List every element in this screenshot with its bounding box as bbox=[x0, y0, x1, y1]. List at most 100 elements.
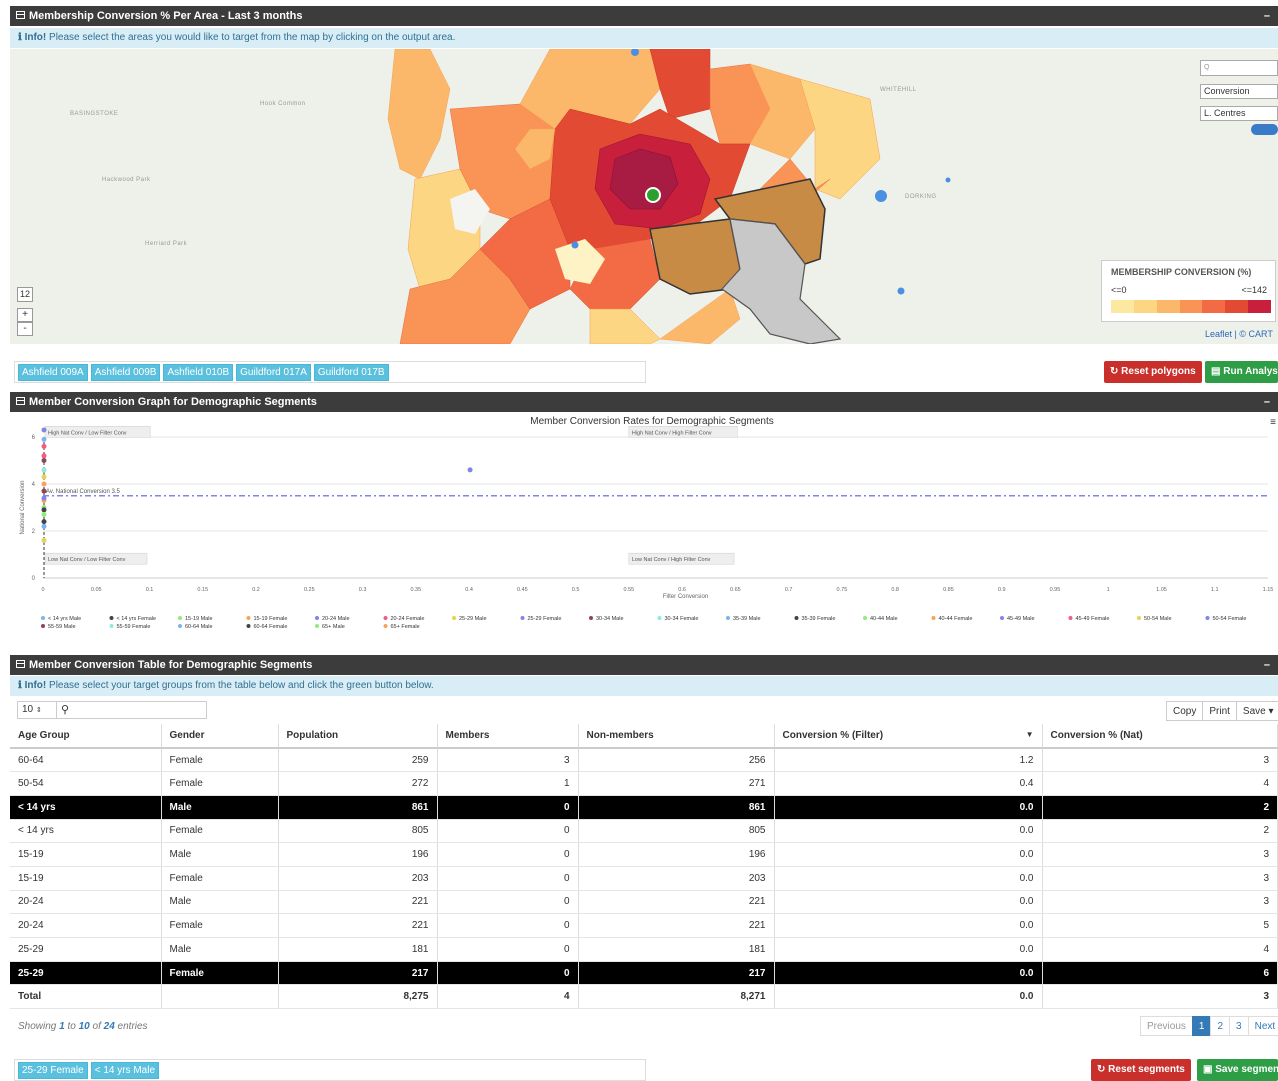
area-tag[interactable]: Guildford 017B bbox=[313, 364, 389, 381]
save-dropdown-button[interactable]: Save ▾ bbox=[1235, 701, 1278, 721]
page-size-select[interactable]: 10 ⇕ bbox=[17, 701, 57, 719]
data-point bbox=[41, 512, 47, 518]
table-info-bar: ℹ Info! Please select your target groups… bbox=[10, 676, 1278, 696]
legend-marker bbox=[931, 616, 936, 620]
y-tick-label: 6 bbox=[32, 435, 36, 441]
table-row[interactable]: < 14 yrs Male 861 0 861 0.0 2 bbox=[10, 795, 1278, 820]
search-icon: ⚲ bbox=[61, 704, 70, 716]
legend-item: 20-24 Female bbox=[391, 616, 425, 622]
legend-swatch bbox=[1156, 300, 1180, 313]
choropleth-map[interactable]: BASINGSTOKE Hook Common Hackwood Park He… bbox=[10, 49, 1278, 344]
table-search-input[interactable]: ⚲ bbox=[56, 701, 207, 719]
cell-age-group: 15-19 bbox=[10, 842, 162, 867]
table-row[interactable]: 15-19 Female 203 0 203 0.0 3 bbox=[10, 866, 1278, 891]
run-analysis-button[interactable]: ▤ Run Analys bbox=[1205, 361, 1278, 383]
legend-item: 40-44 Male bbox=[870, 616, 898, 622]
column-header-conversion-filter[interactable]: Conversion % (Filter) ▼ bbox=[774, 724, 1043, 749]
x-tick-label: 0.2 bbox=[252, 587, 260, 593]
legend-swatch bbox=[1248, 300, 1272, 313]
cell-population: 221 bbox=[278, 913, 438, 938]
table-row[interactable]: 60-64 Female 259 3 256 1.2 3 bbox=[10, 748, 1278, 773]
map-attribution[interactable]: Leaflet | © CART bbox=[1205, 329, 1273, 339]
cell-members: 0 bbox=[437, 819, 579, 844]
cell-age-group: 25-29 bbox=[10, 961, 162, 986]
cell-conversion-filter: 0.0 bbox=[774, 961, 1043, 986]
cell-gender: Female bbox=[161, 913, 279, 938]
area-tag[interactable]: Ashfield 009A bbox=[18, 364, 88, 381]
area-tag[interactable]: Guildford 017A bbox=[236, 364, 311, 381]
table-row[interactable]: 20-24 Female 221 0 221 0.0 5 bbox=[10, 913, 1278, 938]
x-tick-label: 0.5 bbox=[572, 587, 580, 593]
leisure-centre-marker bbox=[897, 287, 905, 295]
print-button[interactable]: Print bbox=[1202, 701, 1237, 721]
legend-max: <=142 bbox=[1241, 285, 1267, 295]
reset-polygons-label: Reset polygons bbox=[1121, 366, 1196, 377]
sort-desc-icon: ▼ bbox=[1025, 730, 1034, 739]
save-segments-label: Save segmen bbox=[1215, 1064, 1278, 1075]
legend-marker bbox=[315, 624, 319, 628]
cell-conversion-nat: 3 bbox=[1042, 866, 1278, 891]
area-tag[interactable]: Ashfield 010B bbox=[163, 364, 234, 381]
table-row[interactable]: 50-54 Female 272 1 271 0.4 4 bbox=[10, 771, 1278, 796]
collapse-map-panel-button[interactable]: – bbox=[1264, 6, 1270, 26]
collapse-table-panel-button[interactable]: – bbox=[1264, 655, 1270, 675]
data-point bbox=[41, 453, 47, 459]
area-polygon bbox=[649, 49, 711, 120]
legend-item: 65+ Male bbox=[322, 624, 345, 630]
table-row[interactable]: 25-29 Male 181 0 181 0.0 4 bbox=[10, 937, 1278, 962]
data-point bbox=[41, 474, 47, 480]
x-tick-label: 0.15 bbox=[197, 587, 208, 593]
cell-gender: Male bbox=[161, 795, 279, 820]
table-row[interactable]: 20-24 Male 221 0 221 0.0 3 bbox=[10, 890, 1278, 915]
legend-marker bbox=[726, 616, 730, 620]
pagination-page[interactable]: 2 bbox=[1210, 1016, 1231, 1036]
layer-centres-toggle[interactable]: L. Centres bbox=[1200, 106, 1278, 121]
column-header-gender[interactable]: Gender bbox=[161, 724, 279, 749]
table-row[interactable]: < 14 yrs Female 805 0 805 0.0 2 bbox=[10, 819, 1278, 844]
column-header-age-group[interactable]: Age Group bbox=[10, 724, 162, 749]
y-axis-label: National Conversion bbox=[20, 480, 26, 534]
pagination-page[interactable]: 1 bbox=[1191, 1016, 1212, 1036]
column-header-members[interactable]: Members bbox=[437, 724, 579, 749]
map-search-input[interactable]: Q bbox=[1200, 60, 1278, 76]
area-polygons[interactable] bbox=[10, 49, 1278, 344]
legend-marker bbox=[1000, 616, 1004, 620]
table-row[interactable]: 25-29 Female 217 0 217 0.0 6 bbox=[10, 961, 1278, 986]
reset-segments-button[interactable]: ↻ Reset segments bbox=[1091, 1059, 1191, 1081]
reset-segments-label: Reset segments bbox=[1108, 1064, 1185, 1075]
x-tick-label: 0.35 bbox=[410, 587, 421, 593]
cell-age-group: 60-64 bbox=[10, 748, 162, 773]
cell-population: 8,275 bbox=[278, 984, 438, 1010]
segment-tag[interactable]: 25-29 Female bbox=[18, 1062, 88, 1079]
column-header-population[interactable]: Population bbox=[278, 724, 438, 749]
on-switch-icon[interactable] bbox=[1251, 124, 1278, 135]
segment-tag[interactable]: < 14 yrs Male bbox=[90, 1062, 160, 1079]
zoom-in-button[interactable]: + bbox=[17, 308, 33, 322]
legend-swatch bbox=[1133, 300, 1157, 313]
legend-marker bbox=[794, 616, 799, 620]
area-tag[interactable]: Ashfield 009B bbox=[90, 364, 161, 381]
legend-marker bbox=[109, 616, 114, 620]
cell-non-members: 805 bbox=[578, 819, 775, 844]
x-tick-label: 0.9 bbox=[998, 587, 1006, 593]
layer-conversion-toggle[interactable]: Conversion bbox=[1200, 84, 1278, 99]
cell-members: 0 bbox=[437, 866, 579, 891]
collapse-graph-panel-button[interactable]: – bbox=[1264, 392, 1270, 412]
pagination-next[interactable]: Next bbox=[1247, 1016, 1278, 1036]
column-header-non-members[interactable]: Non-members bbox=[578, 724, 775, 749]
copy-button[interactable]: Copy bbox=[1166, 701, 1204, 721]
table-row[interactable]: 15-19 Male 196 0 196 0.0 3 bbox=[10, 842, 1278, 867]
conversion-filter-label: Conversion % (Filter) bbox=[782, 730, 884, 741]
save-segments-button[interactable]: ▣ Save segmen bbox=[1197, 1059, 1278, 1081]
pagination-page[interactable]: 3 bbox=[1229, 1016, 1249, 1036]
cell-gender: Female bbox=[161, 961, 279, 986]
cell-conversion-filter: 0.0 bbox=[774, 866, 1043, 891]
map-info-text: Please select the areas you would like t… bbox=[49, 32, 456, 43]
zoom-out-button[interactable]: - bbox=[17, 322, 33, 336]
x-tick-label: 1.1 bbox=[1211, 587, 1219, 593]
pagination-previous[interactable]: Previous bbox=[1140, 1016, 1193, 1036]
layer-centres-label: L. Centres bbox=[1204, 108, 1246, 118]
cell-conversion-filter: 0.4 bbox=[774, 771, 1043, 796]
reset-polygons-button[interactable]: ↻ Reset polygons bbox=[1104, 361, 1202, 383]
column-header-conversion-nat[interactable]: Conversion % (Nat) bbox=[1042, 724, 1278, 749]
